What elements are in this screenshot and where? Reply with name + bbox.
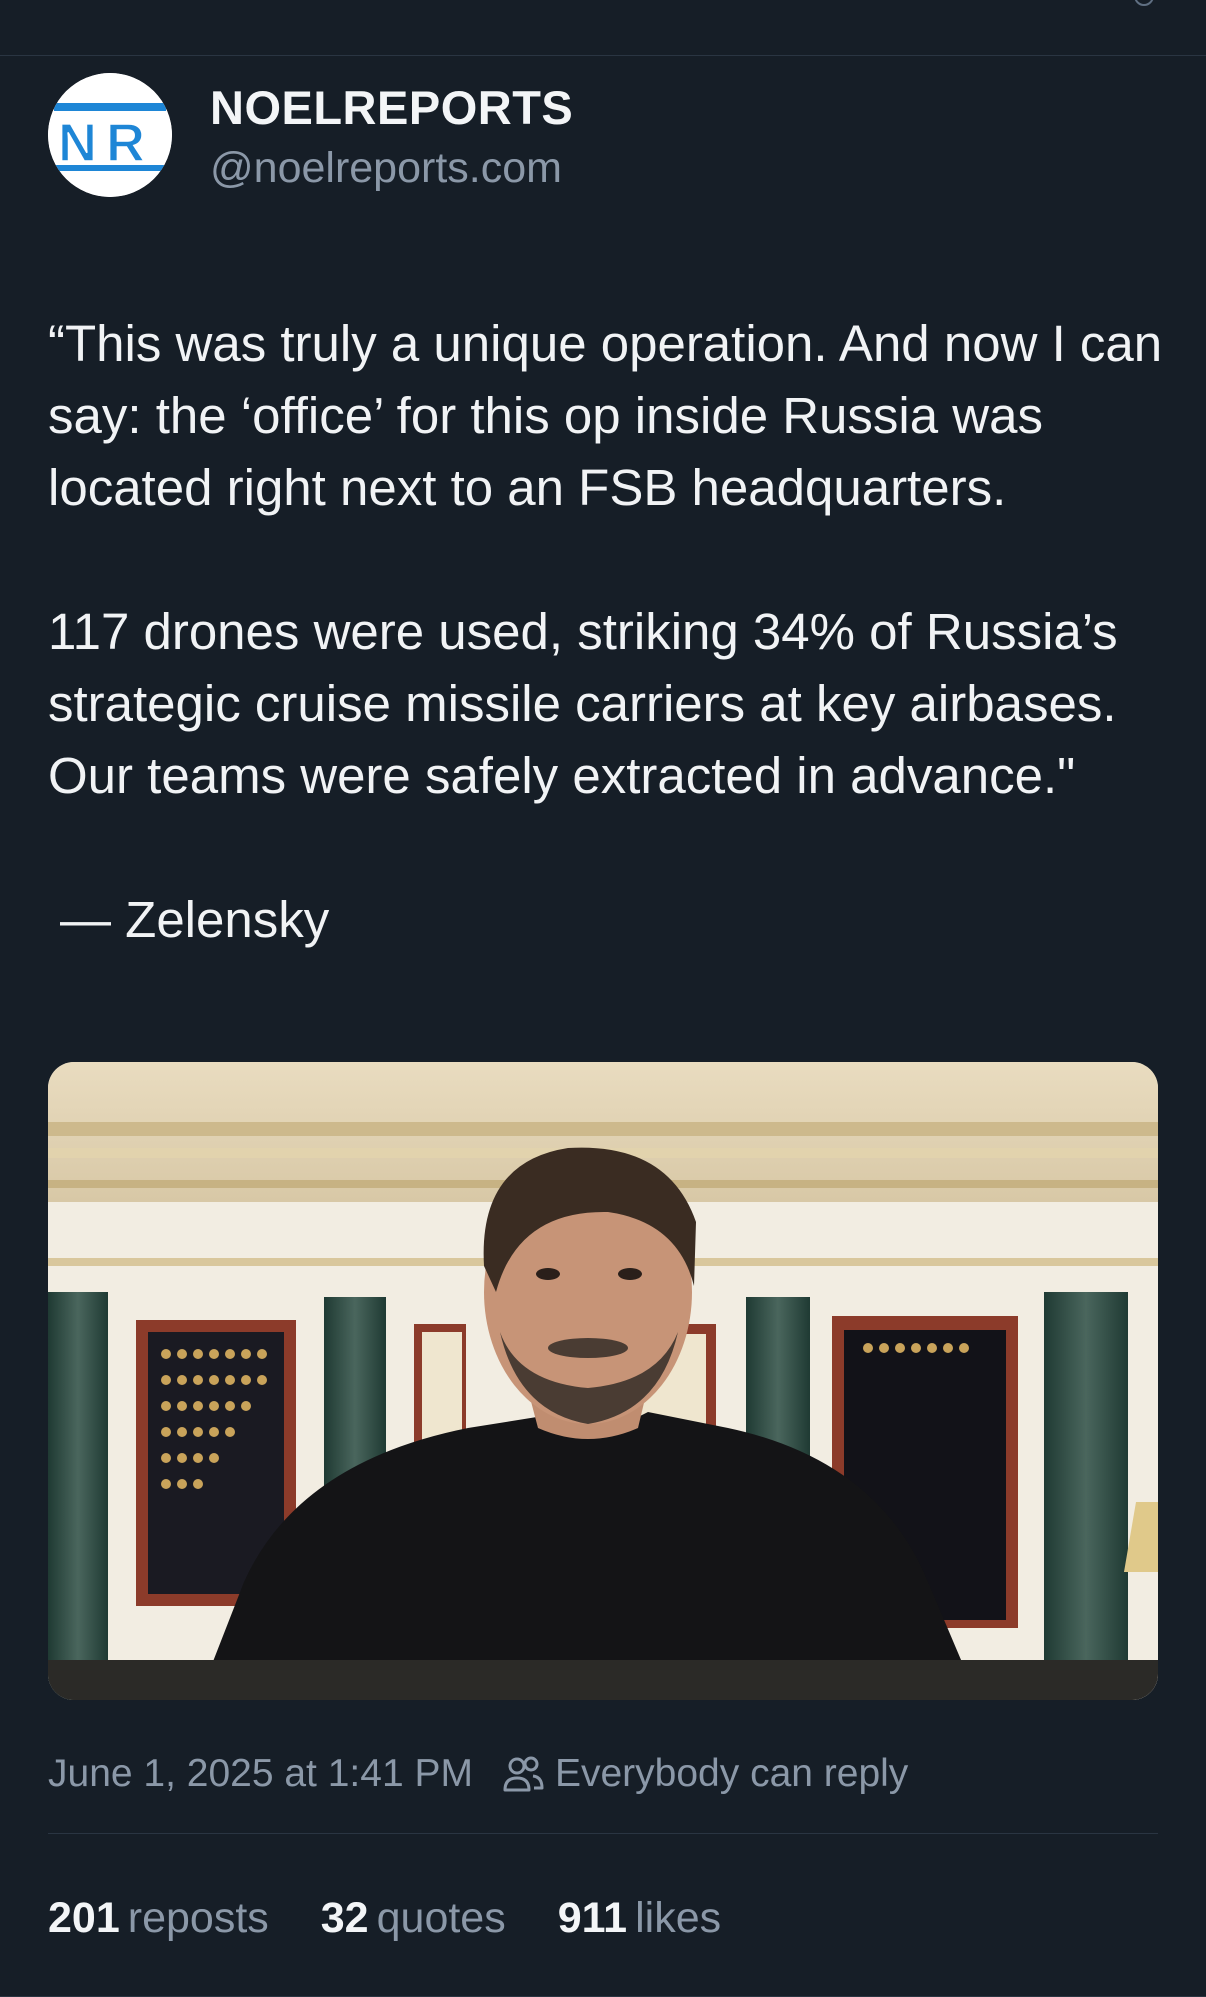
- post-meta-row: June 1, 2025 at 1:41 PM Everybody can re…: [48, 1744, 908, 1804]
- likes-label: likes: [635, 1894, 722, 1942]
- post-text: “This was truly a unique operation. And …: [48, 236, 1168, 956]
- post-stats: 201 reposts 32 quotes 911 likes: [48, 1894, 773, 1943]
- noelreports-logo-icon: N R: [48, 73, 172, 197]
- post-image[interactable]: [48, 1062, 1158, 1700]
- reposts-stat[interactable]: 201 reposts: [48, 1894, 269, 1943]
- reposts-count: 201: [48, 1894, 120, 1942]
- likes-stat[interactable]: 911 likes: [558, 1894, 721, 1943]
- quotes-label: quotes: [376, 1894, 506, 1942]
- top-bar-icon[interactable]: [1134, 0, 1154, 6]
- svg-text:N: N: [58, 113, 97, 173]
- post-paragraph-2: 117 drones were used, striking 34% of Ru…: [48, 603, 1118, 804]
- ukraine-flag-icon: [48, 253, 104, 291]
- post-paragraph-1-text: “This was truly a unique operation. And …: [48, 315, 1163, 516]
- likes-count: 911: [557, 1894, 628, 1942]
- author-display-name[interactable]: NOELREPORTS: [210, 80, 573, 135]
- avatar[interactable]: N R: [48, 73, 172, 197]
- author-handle[interactable]: @noelreports.com: [210, 144, 562, 193]
- quotes-stat[interactable]: 32 quotes: [321, 1894, 506, 1943]
- quotes-count: 32: [320, 1894, 369, 1942]
- post-paragraph-1: [48, 236, 1168, 308]
- top-bar: [0, 0, 1206, 56]
- reply-setting-label: Everybody can reply: [554, 1752, 909, 1795]
- divider: [48, 1833, 1158, 1834]
- reposts-label: reposts: [127, 1894, 269, 1942]
- people-icon: [503, 1756, 544, 1792]
- reply-setting[interactable]: Everybody can reply: [501, 1752, 908, 1796]
- post-timestamp[interactable]: June 1, 2025 at 1:41 PM: [48, 1752, 473, 1796]
- svg-text:R: R: [106, 113, 145, 173]
- post-attribution: — Zelensky: [60, 891, 330, 948]
